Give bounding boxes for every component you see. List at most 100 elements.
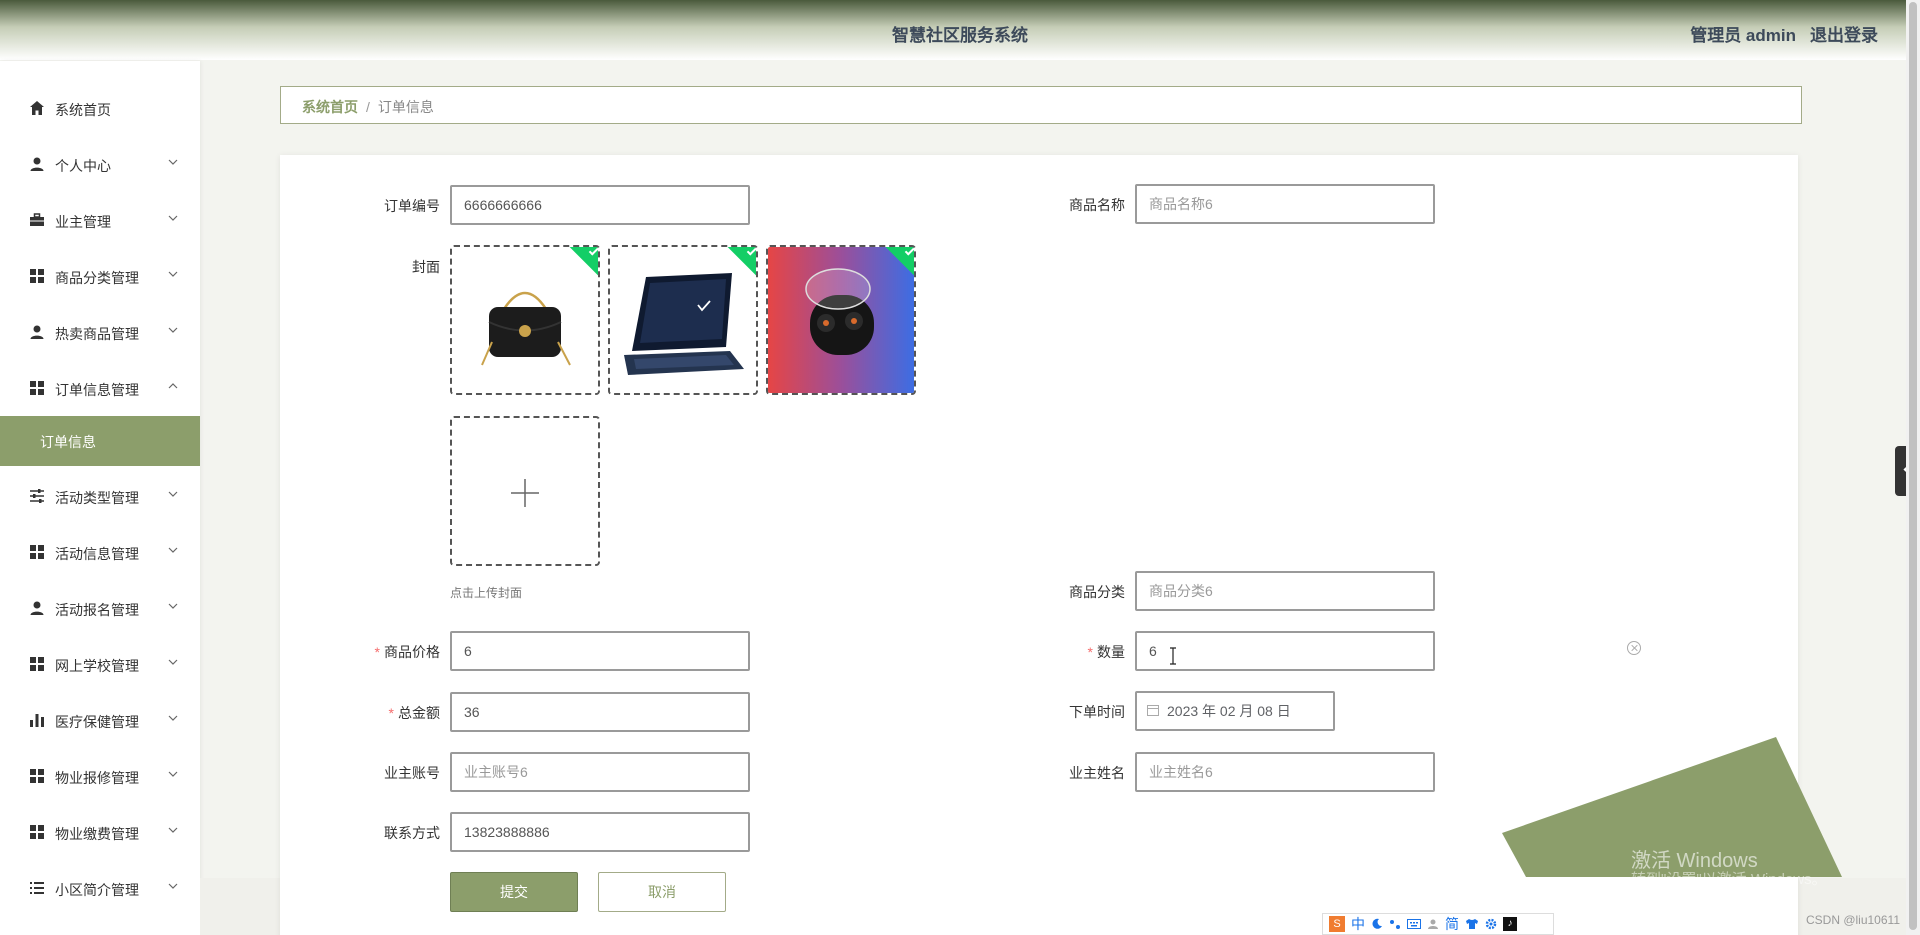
sidebar-item-label: 网上学校管理 bbox=[55, 658, 139, 674]
order-time-input[interactable]: 2023 年 02 月 08 日 bbox=[1135, 691, 1335, 731]
sidebar-item-label: 活动类型管理 bbox=[55, 490, 139, 506]
category-label: 商品分类 bbox=[1069, 584, 1125, 600]
ime-mode-chinese[interactable]: 中 bbox=[1351, 914, 1365, 934]
chevron-down-icon bbox=[168, 715, 178, 721]
cover-image-bag[interactable] bbox=[450, 245, 600, 395]
breadcrumb-current: 订单信息 bbox=[377, 99, 434, 115]
total-input[interactable]: 36 bbox=[450, 692, 750, 732]
sidebar-item-activity-info[interactable]: 活动信息管理 bbox=[0, 525, 200, 581]
chevron-down-icon bbox=[168, 215, 178, 221]
sidebar-subitem-order-info[interactable]: 订单信息 bbox=[0, 416, 200, 466]
chevron-down-icon bbox=[168, 547, 178, 553]
sidebar-item-order-management[interactable]: 订单信息管理 bbox=[0, 361, 200, 417]
check-icon bbox=[588, 247, 598, 256]
sidebar-item-activity-signup[interactable]: 活动报名管理 bbox=[0, 581, 200, 637]
order-no-label: 订单编号 bbox=[384, 198, 440, 214]
settings-gear-icon[interactable] bbox=[1485, 918, 1497, 930]
owner-name-label: 业主姓名 bbox=[1069, 765, 1125, 781]
list-icon bbox=[30, 882, 44, 894]
sidebar-item-label: 热卖商品管理 bbox=[55, 326, 139, 342]
sidebar-item-repair[interactable]: 物业报修管理 bbox=[0, 749, 200, 805]
breadcrumb: 系统首页 / 订单信息 bbox=[280, 86, 1802, 124]
total-label: * 总金额 bbox=[320, 703, 440, 723]
sidebar-item-product-category[interactable]: 商品分类管理 bbox=[0, 249, 200, 305]
logout-link[interactable]: 退出登录 bbox=[1810, 26, 1878, 45]
sidebar-item-home[interactable]: 系统首页 bbox=[0, 81, 200, 137]
grid-icon bbox=[30, 381, 44, 395]
top-header: 智慧社区服务系统 管理员 admin 退出登录 bbox=[0, 0, 1920, 60]
sidebar-item-personal[interactable]: 个人中心 bbox=[0, 137, 200, 193]
chevron-down-icon bbox=[168, 491, 178, 497]
plus-icon bbox=[511, 479, 539, 507]
sidebar-item-label: 订单信息管理 bbox=[55, 382, 139, 398]
quantity-label-text: 数量 bbox=[1097, 644, 1125, 660]
order-no-input[interactable]: 6666666666 bbox=[450, 185, 750, 225]
owner-account-input[interactable]: 业主账号6 bbox=[450, 752, 750, 792]
skin-shirt-icon[interactable] bbox=[1465, 918, 1479, 930]
grid-icon bbox=[30, 545, 44, 559]
cover-upload-button[interactable] bbox=[450, 416, 600, 566]
grid-icon bbox=[30, 769, 44, 783]
cover-image-earbuds[interactable] bbox=[766, 245, 916, 395]
person-icon bbox=[30, 325, 44, 339]
required-mark: * bbox=[374, 644, 380, 660]
product-name-label: 商品名称 bbox=[1069, 197, 1125, 213]
user-icon[interactable] bbox=[1427, 918, 1439, 930]
sidebar-item-label: 商品分类管理 bbox=[55, 270, 139, 286]
chevron-down-icon bbox=[168, 603, 178, 609]
sogou-icon[interactable]: S bbox=[1329, 916, 1345, 932]
sidebar-item-label: 个人中心 bbox=[55, 158, 111, 174]
breadcrumb-separator: / bbox=[366, 99, 370, 115]
scrollbar[interactable] bbox=[1906, 0, 1920, 935]
home-icon bbox=[30, 101, 44, 115]
contact-input[interactable]: 13823888886 bbox=[450, 812, 750, 852]
price-input[interactable]: 6 bbox=[450, 631, 750, 671]
tiktok-icon[interactable]: ♪ bbox=[1503, 917, 1517, 931]
sidebar-item-label: 活动报名管理 bbox=[55, 602, 139, 618]
category-input[interactable]: 商品分类6 bbox=[1135, 571, 1435, 611]
chevron-down-icon bbox=[168, 827, 178, 833]
sidebar-item-healthcare[interactable]: 医疗保健管理 bbox=[0, 693, 200, 749]
sidebar-item-label: 系统首页 bbox=[55, 102, 111, 118]
sidebar-item-activity-type[interactable]: 活动类型管理 bbox=[0, 469, 200, 525]
moon-icon[interactable] bbox=[1371, 918, 1383, 930]
required-mark: * bbox=[1087, 644, 1093, 660]
sidebar-item-online-school[interactable]: 网上学校管理 bbox=[0, 637, 200, 693]
keyboard-icon[interactable] bbox=[1407, 918, 1421, 930]
scrollbar-thumb[interactable] bbox=[1909, 2, 1917, 930]
sidebar-item-label: 物业缴费管理 bbox=[55, 826, 139, 842]
calendar-icon bbox=[1147, 705, 1159, 716]
ime-simplified[interactable]: 简 bbox=[1445, 914, 1459, 934]
breadcrumb-home[interactable]: 系统首页 bbox=[302, 99, 358, 115]
person-icon bbox=[30, 157, 44, 171]
chevron-up-icon bbox=[168, 383, 178, 389]
sidebar-item-label: 活动信息管理 bbox=[55, 546, 139, 562]
punctuation-icon[interactable] bbox=[1389, 918, 1401, 930]
chevron-down-icon bbox=[168, 327, 178, 333]
cancel-button[interactable]: 取消 bbox=[598, 872, 726, 912]
sidebar-item-label: 业主管理 bbox=[55, 214, 111, 230]
sidebar-item-owners[interactable]: 业主管理 bbox=[0, 193, 200, 249]
earbuds-image bbox=[768, 247, 914, 393]
quantity-input[interactable]: 6 bbox=[1135, 631, 1435, 671]
grid-icon bbox=[30, 657, 44, 671]
total-label-text: 总金额 bbox=[398, 705, 440, 721]
app-title: 智慧社区服务系统 bbox=[892, 26, 1028, 45]
submit-button[interactable]: 提交 bbox=[450, 872, 578, 912]
person-icon bbox=[30, 601, 44, 615]
chevron-down-icon bbox=[168, 271, 178, 277]
sidebar: 系统首页 个人中心 业主管理 商品分类管理 热卖商品管理 订单信息管理 订单信息… bbox=[0, 61, 200, 935]
sidebar-item-hot-products[interactable]: 热卖商品管理 bbox=[0, 305, 200, 361]
sidebar-item-community-intro[interactable]: 小区简介管理 bbox=[0, 861, 200, 917]
chevron-down-icon bbox=[168, 659, 178, 665]
text-cursor-icon bbox=[1170, 647, 1176, 665]
sidebar-item-label: 小区简介管理 bbox=[55, 882, 139, 898]
cover-image-laptop[interactable] bbox=[608, 245, 758, 395]
product-name-input[interactable]: 商品名称6 bbox=[1135, 184, 1435, 224]
price-label: * 商品价格 bbox=[320, 642, 440, 662]
ime-toolbar[interactable]: S 中 简 ♪ bbox=[1322, 913, 1554, 935]
sidebar-item-fees[interactable]: 物业缴费管理 bbox=[0, 805, 200, 861]
owner-name-input[interactable]: 业主姓名6 bbox=[1135, 752, 1435, 792]
bar-chart-icon bbox=[30, 714, 44, 727]
clear-icon[interactable] bbox=[1627, 641, 1641, 655]
